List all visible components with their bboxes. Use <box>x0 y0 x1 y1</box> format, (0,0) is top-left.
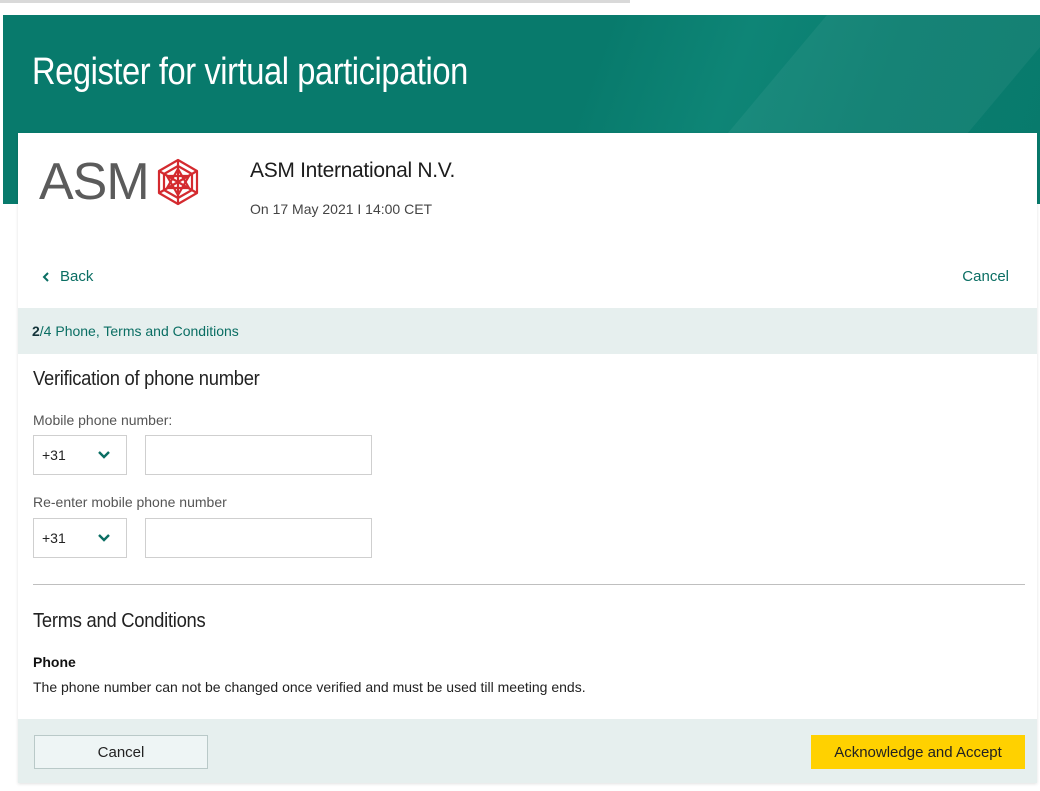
company-name: ASM International N.V. <box>250 159 456 182</box>
terms-title: Terms and Conditions <box>33 610 206 632</box>
acknowledge-accept-button[interactable]: Acknowledge and Accept <box>811 735 1025 769</box>
verification-title: Verification of phone number <box>33 368 260 390</box>
asm-logo-mark-icon <box>157 158 198 206</box>
chevron-down-icon <box>98 534 110 542</box>
reenter-country-code-value: +31 <box>42 530 66 546</box>
mobile-phone-input[interactable] <box>145 435 372 475</box>
page-title: Register for virtual participation <box>32 51 468 93</box>
company-logo: ASM <box>39 150 234 214</box>
chevron-left-icon <box>42 271 49 282</box>
step-rest: /4 Phone, Terms and Conditions <box>39 323 239 339</box>
chevron-down-icon <box>98 451 110 459</box>
action-footer: Cancel Acknowledge and Accept <box>18 719 1037 783</box>
reenter-phone-label: Re-enter mobile phone number <box>33 494 227 510</box>
mobile-phone-label: Mobile phone number: <box>33 412 173 428</box>
back-label: Back <box>60 268 94 285</box>
header-cancel-link[interactable]: Cancel <box>962 268 1009 285</box>
meeting-date: On 17 May 2021 I 14:00 CET <box>250 201 433 217</box>
terms-text: The phone number can not be changed once… <box>33 679 586 695</box>
top-rule <box>0 0 630 3</box>
section-divider <box>33 584 1025 585</box>
reenter-phone-input[interactable] <box>145 518 372 558</box>
mobile-country-code-select[interactable]: +31 <box>33 435 127 475</box>
terms-subtitle: Phone <box>33 654 76 670</box>
step-indicator: 2/4 Phone, Terms and Conditions <box>18 308 1037 354</box>
reenter-country-code-select[interactable]: +31 <box>33 518 127 558</box>
logo-wordmark: ASM <box>39 153 150 211</box>
back-link[interactable]: Back <box>40 268 93 285</box>
step-current: 2 <box>32 323 40 339</box>
cancel-button[interactable]: Cancel <box>34 735 208 769</box>
registration-card: ASM ASM International N.V. On 17 May 202… <box>18 133 1037 783</box>
mobile-country-code-value: +31 <box>42 447 66 463</box>
